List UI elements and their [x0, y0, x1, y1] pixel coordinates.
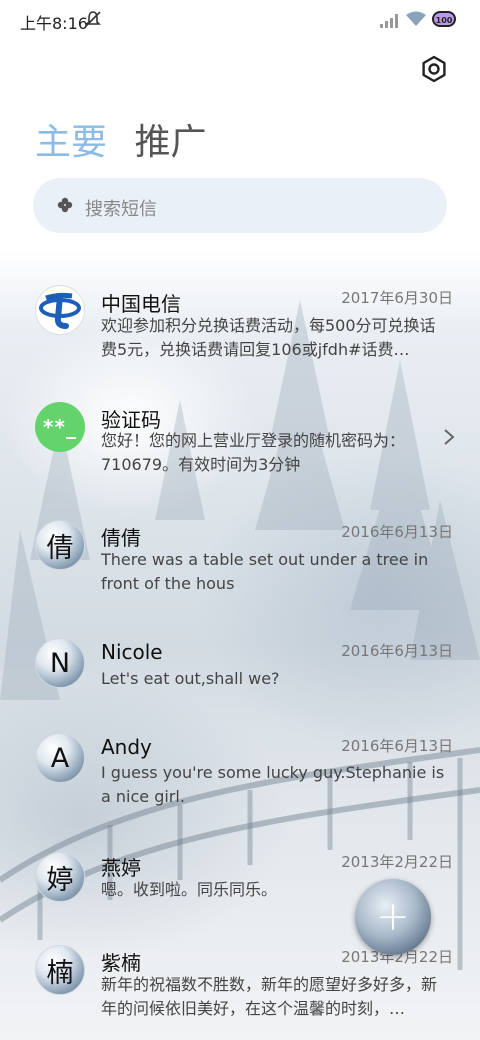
- mute-icon: [84, 10, 102, 32]
- settings-button[interactable]: [420, 55, 448, 83]
- conversation-item[interactable]: A Andy 2016年6月13日 I guess you're some lu…: [0, 723, 480, 833]
- plus-icon: +: [376, 894, 410, 940]
- tab-promotions[interactable]: 推广: [134, 113, 206, 165]
- battery-icon: 100: [432, 11, 456, 27]
- status-bar: 上午8:16 100: [0, 0, 480, 42]
- message-date: 2016年6月13日: [341, 642, 453, 660]
- message-preview: Let's eat out,shall we?: [101, 669, 280, 688]
- conversation-item[interactable]: **_ 验证码 您好！您的网上营业厅登录的随机密码为：710679。有效时间为3…: [0, 383, 480, 493]
- avatar: 楠: [35, 945, 85, 995]
- contact-name: Nicole: [101, 640, 163, 664]
- message-preview: 您好！您的网上营业厅登录的随机密码为：710679。有效时间为3分钟: [101, 431, 406, 474]
- clover-icon: [57, 197, 73, 213]
- message-date: 2016年6月13日: [341, 737, 453, 755]
- message-preview: I guess you're some lucky guy.Stephanie …: [101, 763, 445, 806]
- avatar: A: [35, 733, 85, 783]
- contact-name: 紫楠: [101, 951, 141, 975]
- contact-name: 倩倩: [101, 526, 141, 550]
- contact-name: 燕婷: [101, 856, 141, 880]
- conversation-item[interactable]: N Nicole 2016年6月13日 Let's eat out,shall …: [0, 625, 480, 715]
- contact-name: Andy: [101, 735, 152, 759]
- message-preview: 新年的祝福数不胜数，新年的愿望好多好多，新年的问候依旧美好，在这个温馨的时刻，…: [101, 975, 438, 1018]
- avatar: 倩: [35, 520, 85, 570]
- message-date: 2016年6月13日: [341, 523, 453, 541]
- conversation-item[interactable]: 中国电信 2017年6月30日 欢迎参加积分兑换话费活动，每500分可兑换话费5…: [0, 265, 480, 375]
- conversation-item[interactable]: 倩 倩倩 2016年6月13日 There was a table set ou…: [0, 503, 480, 613]
- message-preview: 欢迎参加积分兑换话费活动，每500分可兑换话费5元，兑换话费请回复106或jfd…: [101, 316, 436, 359]
- search-bar[interactable]: 搜索短信: [33, 178, 447, 233]
- tab-primary[interactable]: 主要: [35, 113, 107, 165]
- tab-bar: 主要 推广: [35, 113, 222, 165]
- signal-icon: [380, 13, 400, 32]
- new-message-button[interactable]: +: [355, 879, 431, 955]
- message-date: 2013年2月22日: [341, 853, 453, 871]
- chevron-right-icon: [443, 427, 455, 451]
- message-preview: There was a table set out under a tree i…: [101, 550, 429, 593]
- contact-name: 中国电信: [101, 292, 181, 316]
- telecom-logo: [35, 285, 85, 335]
- gear-icon: [422, 55, 446, 83]
- search-placeholder: 搜索短信: [85, 199, 157, 220]
- wifi-icon: [406, 11, 426, 31]
- avatar: N: [35, 638, 85, 688]
- message-date: 2017年6月30日: [341, 289, 453, 307]
- avatar: 婷: [35, 852, 85, 902]
- status-time: 上午8:16: [20, 14, 88, 33]
- avatar: **_: [35, 402, 85, 452]
